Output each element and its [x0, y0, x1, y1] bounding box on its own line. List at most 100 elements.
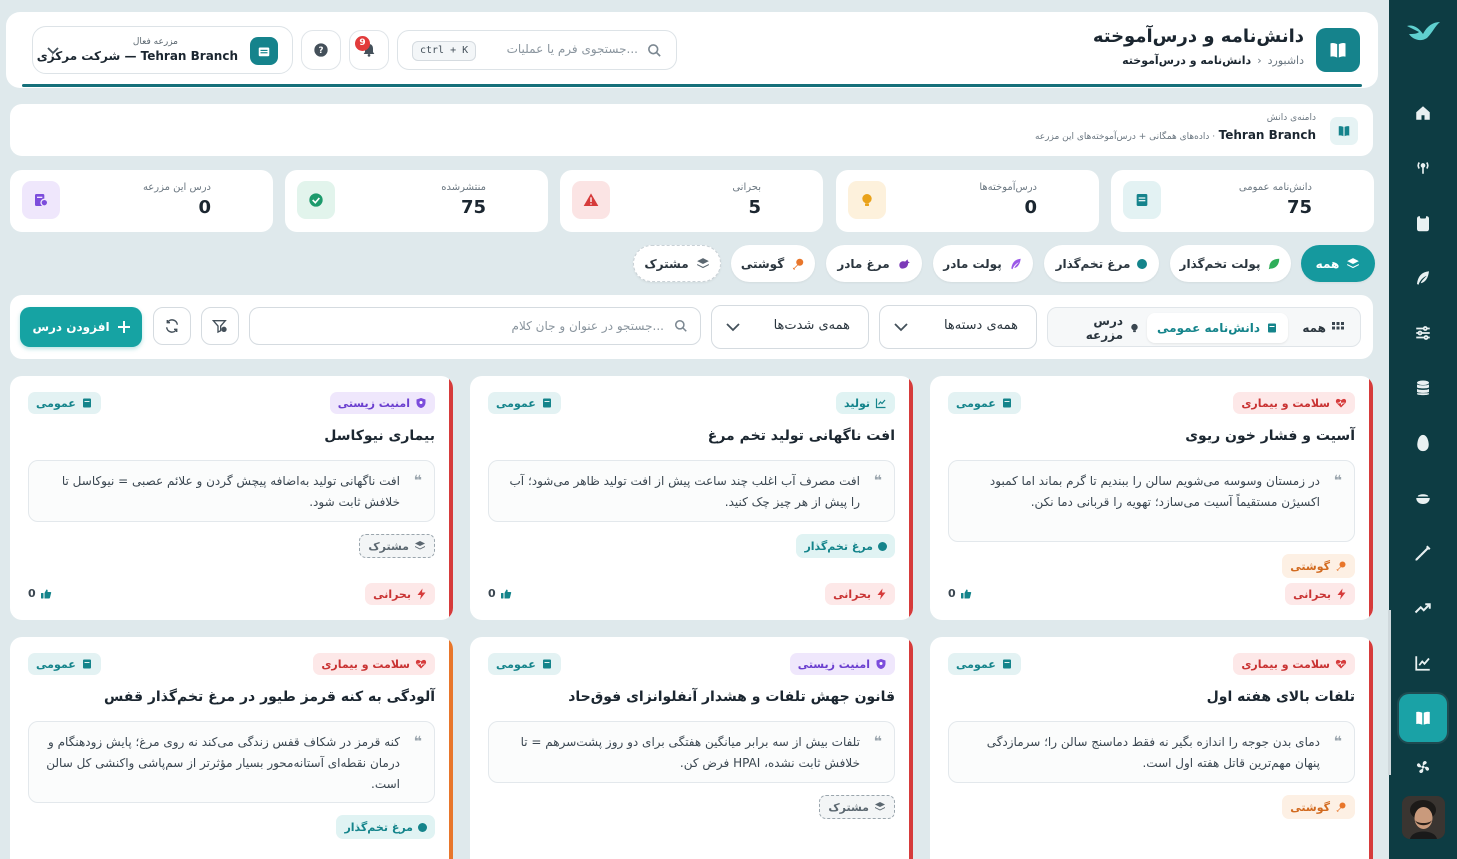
- lesson-summary: ❝ افت مصرف آب اغلب چند ساعت پیش از افت تو…: [488, 460, 895, 522]
- stat-label: درس این مزرعه: [142, 182, 211, 193]
- help-icon: ?: [314, 43, 328, 57]
- category-label: سلامت و بیماری: [321, 657, 410, 671]
- shield-icon: [415, 397, 427, 409]
- sidebar-item-trends[interactable]: [1399, 586, 1447, 630]
- card-title: تلفات بالای هفته اول: [1206, 689, 1355, 705]
- quote-icon: ❝: [413, 734, 422, 750]
- severity-dropdown[interactable]: همه‌ی شدت‌ها: [711, 305, 869, 349]
- sidebar-item-nutrition[interactable]: [1399, 476, 1447, 520]
- chip-broiler[interactable]: گوشتی: [731, 245, 815, 282]
- lesson-card[interactable]: سلامت و بیماری عمومی آسیت و فشار خون ریوی ❝…: [930, 376, 1373, 620]
- lesson-card[interactable]: سلامت و بیماری عمومی آلودگی به کنه قرمز طی…: [10, 637, 453, 859]
- summary-text: افت ناگهانی تولید به‌اضافه پیچش گردن و ع…: [61, 474, 400, 509]
- stat-lessons: درس‌آموخته‌ها 0: [836, 170, 1099, 232]
- type-badge: گوشتی: [1282, 795, 1355, 819]
- category-badge: سلامت و بیماری: [1233, 392, 1355, 414]
- farm-selector[interactable]: مزرعه فعال شرکت مرکزی — Tehran Branch: [32, 26, 293, 74]
- sidebar-item-ventilation[interactable]: [1399, 752, 1447, 782]
- feather-icon: [1011, 258, 1021, 269]
- stat-label: بحرانی: [732, 182, 761, 193]
- category-label: تولید: [843, 396, 870, 410]
- sidebar-item-settings[interactable]: [1399, 311, 1447, 355]
- quote-icon: ❝: [1333, 473, 1342, 489]
- scope-label: عمومی: [496, 657, 536, 671]
- chip-layer[interactable]: مرغ تخم‌گذار: [1044, 245, 1159, 282]
- book-icon: [541, 658, 553, 670]
- layers-icon: [874, 801, 886, 813]
- chip-label: مرغ تخم‌گذار: [1055, 256, 1131, 271]
- sidebar-item-knowledge[interactable]: [1399, 694, 1447, 742]
- lesson-summary: ❝ کنه قرمز در شکاف قفس زندگی می‌کند نه رو…: [28, 721, 435, 803]
- book-icon: [1330, 42, 1346, 58]
- lesson-card[interactable]: امنیت زیستی عمومی قانون جهش تلفات و هشدار …: [470, 637, 913, 859]
- dot-icon: [878, 541, 887, 551]
- sidebar: [1389, 0, 1457, 859]
- chip-all[interactable]: همه: [1301, 245, 1375, 282]
- type-label: گوشتی: [1290, 559, 1330, 573]
- type-badge: مرغ تخم‌گذار: [336, 815, 435, 839]
- chip-breeder-hen[interactable]: مرغ مادر: [826, 245, 922, 282]
- add-lesson-button[interactable]: افزودن درس: [20, 307, 142, 347]
- severity-bar: [1369, 637, 1373, 859]
- stat-published: منتشرشده 75: [285, 170, 548, 232]
- chip-breeder-pullet[interactable]: پولت مادر: [933, 245, 1033, 282]
- dot-icon: [1137, 258, 1148, 269]
- clear-filter-button[interactable]: [201, 307, 239, 345]
- like-button[interactable]: 0: [28, 587, 52, 600]
- segment-general[interactable]: دانش‌نامه عمومی: [1147, 313, 1288, 343]
- sidebar-item-database[interactable]: [1399, 366, 1447, 410]
- sidebar-item-vaccination[interactable]: [1399, 531, 1447, 575]
- avatar[interactable]: [1402, 796, 1445, 839]
- sidebar-item-forms[interactable]: [1399, 201, 1447, 245]
- lesson-card[interactable]: سلامت و بیماری عمومی تلفات بالای هفته اول ❝…: [930, 637, 1373, 859]
- sidebar-item-eggs[interactable]: [1399, 421, 1447, 465]
- bulb-icon: [848, 181, 886, 219]
- bolt-icon: [1336, 588, 1347, 600]
- stat-label: درس‌آموخته‌ها: [979, 182, 1037, 193]
- stat-value: 5: [748, 197, 761, 218]
- category-dropdown[interactable]: همه‌ی دسته‌ها: [879, 305, 1037, 349]
- severity-badge: بحرانی: [1285, 583, 1355, 605]
- chip-label: مرغ مادر: [837, 256, 890, 271]
- segment-farm[interactable]: درس مزرعه: [1048, 313, 1150, 343]
- book-icon: [1001, 658, 1013, 670]
- thumbs-up-icon: [500, 588, 512, 600]
- chip-pullet-layer[interactable]: پولت تخم‌گذار: [1170, 245, 1291, 282]
- refresh-button[interactable]: [153, 307, 191, 345]
- breadcrumb-dashboard[interactable]: داشبورد: [1268, 54, 1304, 67]
- sidebar-item-home[interactable]: [1399, 91, 1447, 135]
- lesson-card[interactable]: امنیت زیستی عمومی بیماری نیوکاسل ❝ افت ناگها…: [10, 376, 453, 620]
- category-label: سلامت و بیماری: [1241, 396, 1330, 410]
- stat-value: 0: [198, 197, 211, 218]
- scope-label: عمومی: [36, 396, 76, 410]
- lesson-search-input[interactable]: جستجو در عنوان و جان کلام...: [249, 307, 701, 345]
- book-icon: [1123, 181, 1161, 219]
- page-icon: [1316, 28, 1360, 72]
- stat-critical: بحرانی 5: [560, 170, 823, 232]
- card-title: قانون جهش تلفات و هشدار آنفلوانزای فوق‌ح…: [568, 689, 895, 705]
- global-search[interactable]: ctrl + K جستجوی فرم یا عملیات...: [397, 30, 677, 70]
- lesson-summary: ❝ تلفات بیش از سه برابر میانگین هفتگی برا…: [488, 721, 895, 783]
- sidebar-item-sensors[interactable]: [1399, 145, 1447, 189]
- like-button[interactable]: 0: [948, 587, 972, 600]
- like-button[interactable]: 0: [488, 587, 512, 600]
- stat-value: 0: [1024, 197, 1037, 218]
- drumstick-icon: [792, 258, 804, 270]
- thumbs-up-icon: [40, 588, 52, 600]
- like-count: 0: [28, 587, 36, 600]
- radio-tower-icon: [1417, 162, 1429, 174]
- notifications-button[interactable]: [349, 30, 389, 70]
- sidebar-scrollbar[interactable]: [1388, 610, 1391, 775]
- book-icon: [1416, 711, 1430, 725]
- grid-icon: [1332, 322, 1344, 330]
- scope-badge: عمومی: [28, 653, 101, 675]
- severity-bar: [909, 376, 913, 620]
- segment-all[interactable]: همه: [1292, 313, 1354, 343]
- chip-shared[interactable]: مشترک: [633, 245, 721, 282]
- sidebar-item-reports[interactable]: [1399, 641, 1447, 685]
- sidebar-item-feed[interactable]: [1399, 256, 1447, 300]
- lesson-card[interactable]: تولید عمومی افت ناگهانی تولید تخم مرغ ❝ افت …: [470, 376, 913, 620]
- scope-badge: عمومی: [948, 392, 1021, 414]
- help-button[interactable]: ?: [301, 30, 341, 70]
- thumbs-up-icon: [960, 588, 972, 600]
